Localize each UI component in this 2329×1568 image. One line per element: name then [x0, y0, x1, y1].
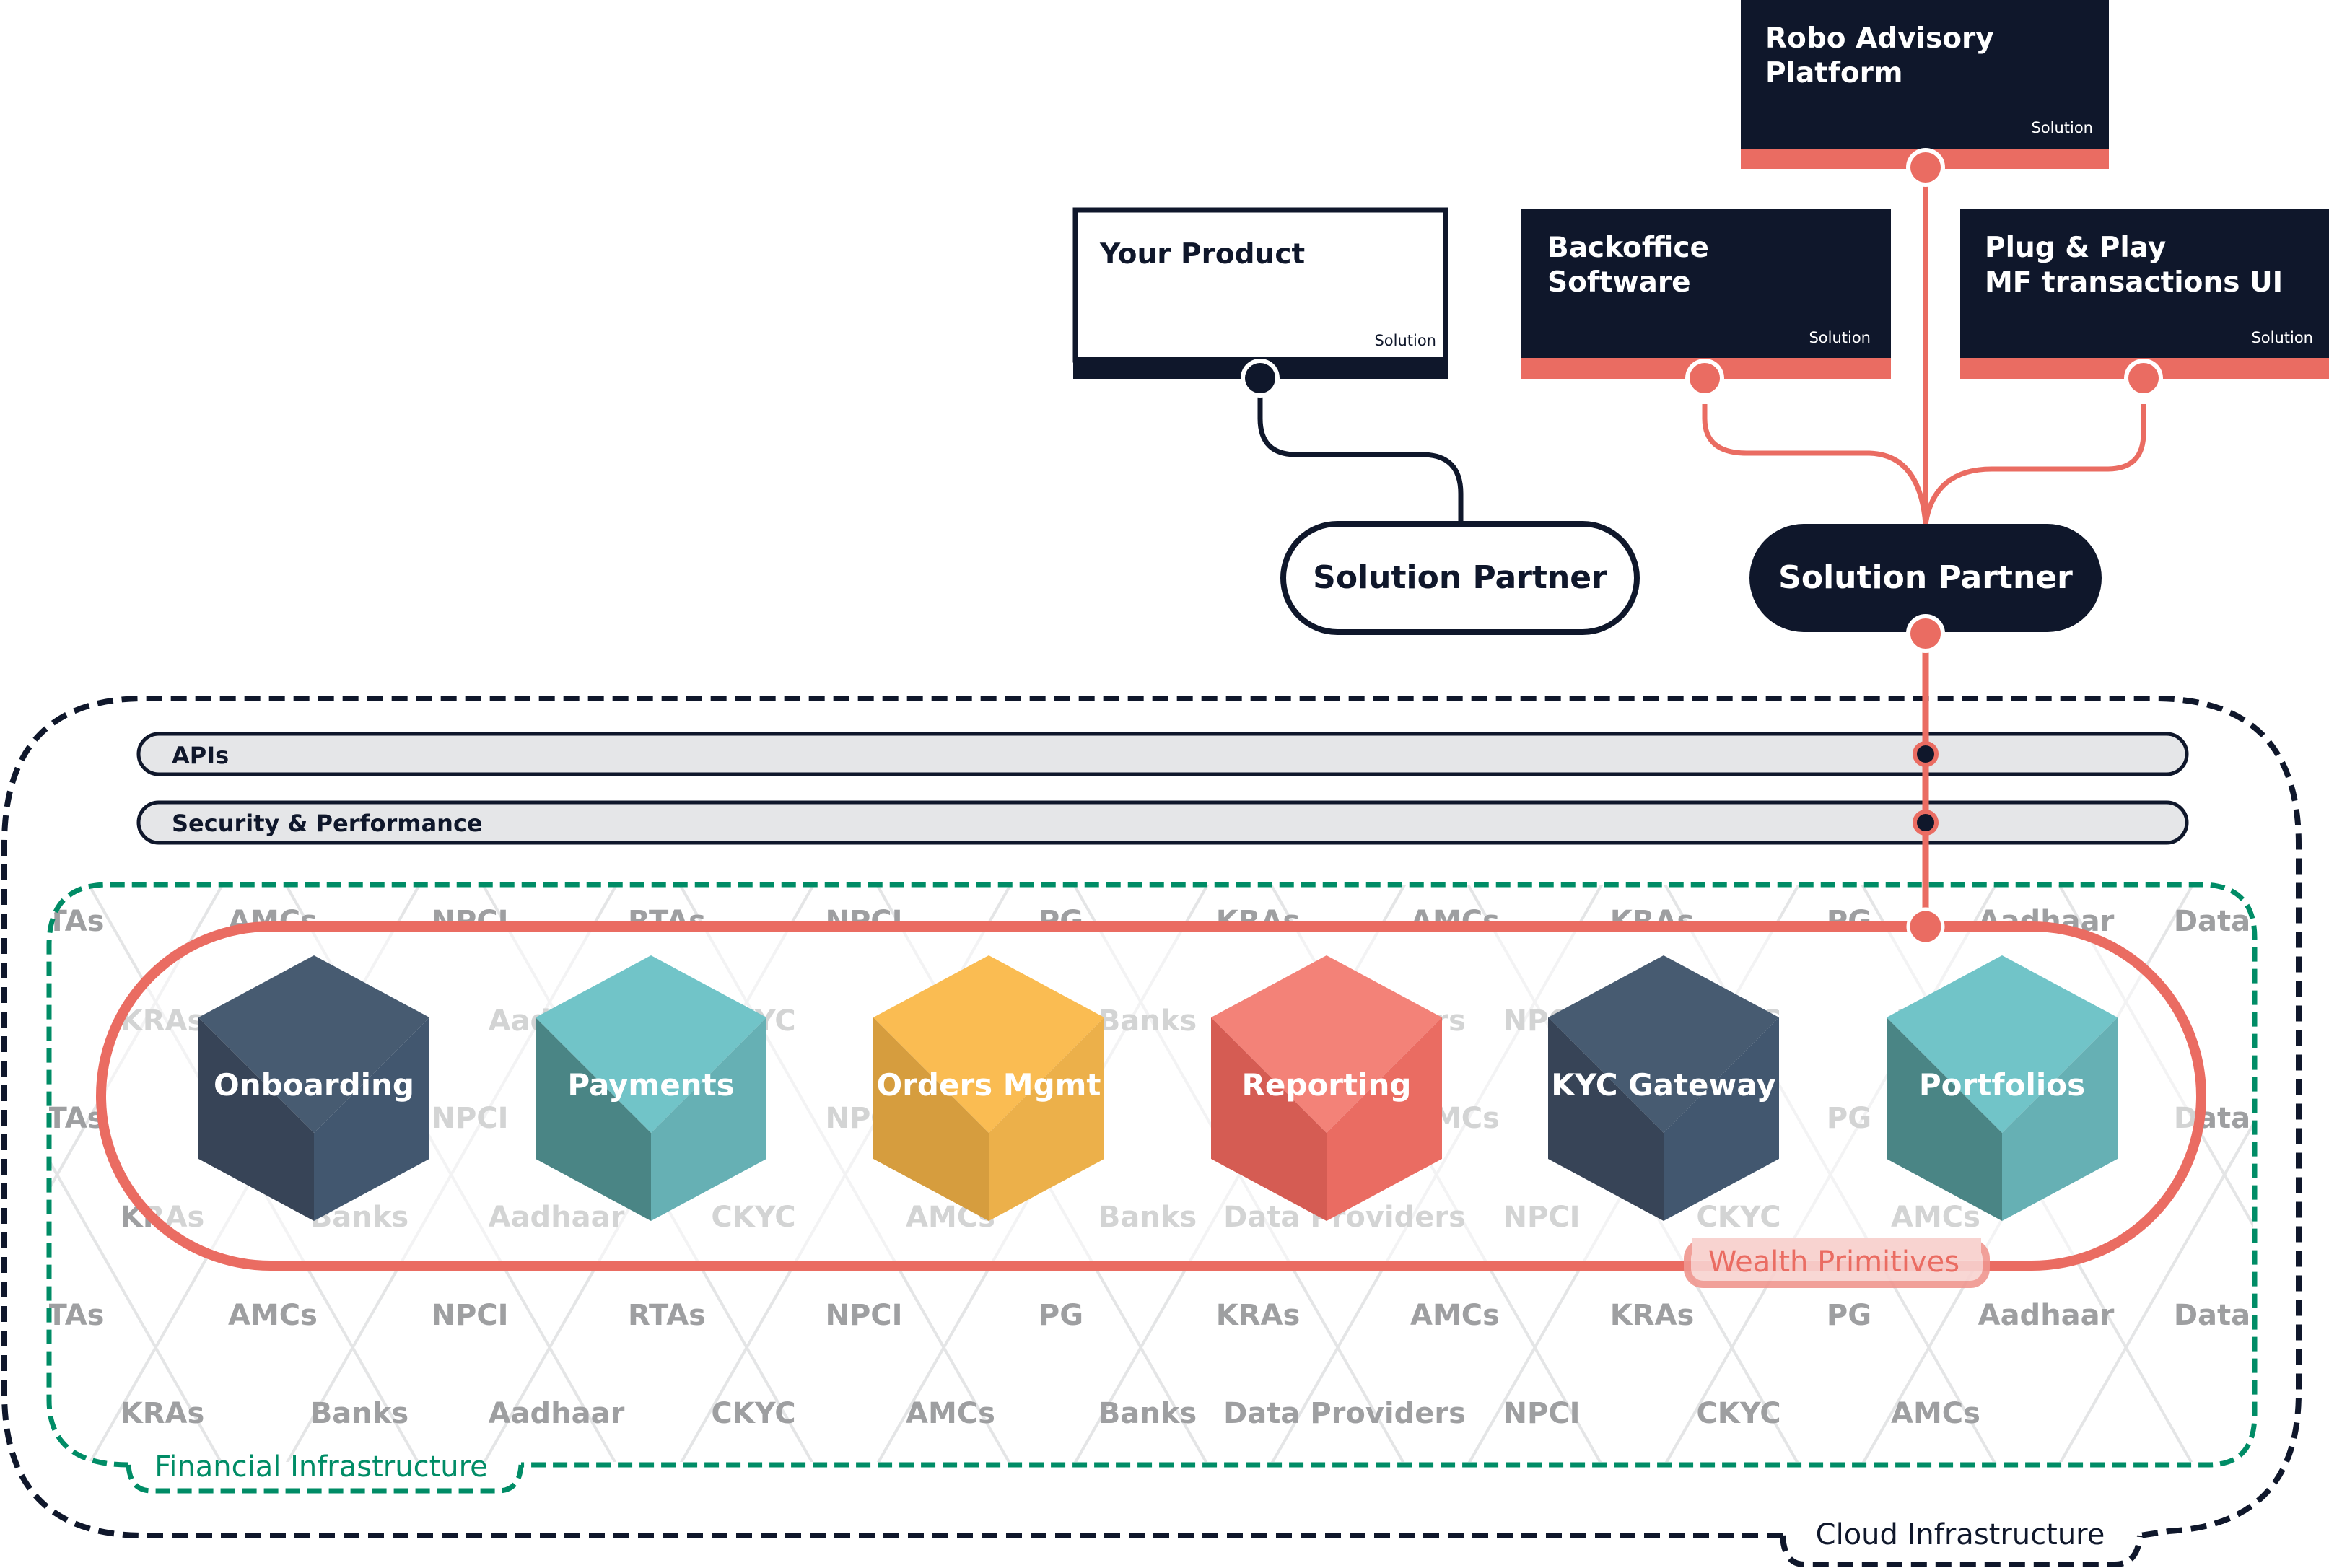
- grid-line: [2256, 885, 2329, 1465]
- layer-label-apis: APIs: [172, 742, 229, 769]
- infrastructure-provider-label: Banks: [1098, 1397, 1197, 1430]
- layer-label-security: Security & Performance: [172, 810, 483, 837]
- infrastructure-provider-label: PG: [1039, 1299, 1083, 1332]
- solution-title: Your Product: [1099, 238, 1305, 271]
- solution-tag: Solution: [2251, 329, 2313, 346]
- infrastructure-provider-label: KRAs: [121, 1397, 205, 1430]
- node-apis: [1913, 741, 1939, 767]
- infrastructure-provider-label: TAs: [48, 1299, 105, 1332]
- solution-connector-dot: [1241, 359, 1280, 398]
- connector-backoffice: [1702, 404, 1928, 525]
- layer-bar-apis[interactable]: [136, 732, 2189, 776]
- solution-your-product[interactable]: Your Product Solution: [1072, 207, 1448, 398]
- infrastructure-provider-label: NPCI: [1503, 1397, 1580, 1430]
- solution-tag: Solution: [2031, 119, 2093, 136]
- cube-label: Payments: [567, 1067, 734, 1103]
- solution-backoffice[interactable]: Backoffice Software Solution: [1521, 209, 1891, 398]
- infrastructure-provider-label: Banks: [310, 1397, 408, 1430]
- cube-label: KYC Gateway: [1551, 1067, 1776, 1103]
- infrastructure-provider-label: Data: [2174, 905, 2250, 938]
- connector-your-product: [1257, 378, 1464, 524]
- infrastructure-provider-label: KRAs: [1610, 1299, 1695, 1332]
- infrastructure-provider-label: CKYC: [1696, 1397, 1780, 1430]
- cube-label: Onboarding: [214, 1067, 414, 1103]
- infrastructure-provider-label: CKYC: [711, 1397, 795, 1430]
- wealth-primitives-label: Wealth Primitives: [1708, 1245, 1959, 1279]
- infrastructure-provider-label: KRAs: [1216, 1299, 1301, 1332]
- solution-connector-dot: [1685, 359, 1724, 398]
- infrastructure-provider-label: TAs: [48, 1102, 105, 1135]
- infrastructure-provider-label: AMCs: [906, 1397, 995, 1430]
- solution-connector-dot: [1906, 148, 1945, 187]
- solution-partner-light[interactable]: Solution Partner: [1280, 521, 1640, 635]
- wealth-primitives-group: Wealth Primitives Onboarding Payments Orde…: [96, 921, 2206, 1288]
- solution-tag: Solution: [1809, 329, 1871, 346]
- infrastructure-provider-label: AMCs: [1891, 1397, 1980, 1430]
- cube-label: Portfolios: [1919, 1067, 2085, 1103]
- infrastructure-provider-label: RTAs: [628, 1299, 706, 1332]
- infrastructure-provider-label: Data: [2174, 1299, 2250, 1332]
- partner-label: Solution Partner: [1313, 559, 1607, 596]
- infrastructure-provider-label: AMCs: [1410, 1299, 1500, 1332]
- partner-label: Solution Partner: [1778, 559, 2073, 596]
- infrastructure-provider-label: NPCI: [431, 1299, 508, 1332]
- infrastructure-provider-label: PG: [1827, 1299, 1871, 1332]
- infrastructure-provider-label: NPCI: [825, 1299, 902, 1332]
- infrastructure-provider-label: AMCs: [228, 1299, 318, 1332]
- node-security: [1913, 810, 1939, 836]
- cube-label: Orders Mgmt: [876, 1067, 1101, 1103]
- layers-group: APIs Security & Performance: [136, 732, 2189, 845]
- partner-connector-dot: [1906, 614, 1945, 653]
- solution-partner-dark[interactable]: Solution Partner: [1749, 524, 2102, 653]
- infrastructure-provider-label: Data Providers: [1223, 1397, 1466, 1430]
- financial-infrastructure-label: Financial Infrastructure: [154, 1450, 488, 1484]
- grid-line: [2256, 885, 2329, 1465]
- solution-robo[interactable]: Robo Advisory Platform Solution: [1741, 0, 2109, 187]
- node-primitives: [1906, 907, 1945, 946]
- infrastructure-provider-label: Aadhaar: [1978, 1299, 2115, 1332]
- solution-connector-dot: [2124, 359, 2163, 398]
- solution-tag: Solution: [1374, 332, 1436, 349]
- cloud-infrastructure-label: Cloud Infrastructure: [1816, 1518, 2105, 1551]
- cube-label: Reporting: [1242, 1067, 1412, 1103]
- infrastructure-provider-label: Aadhaar: [489, 1397, 625, 1430]
- solution-plug-play[interactable]: Plug & Play MF transactions UI Solution: [1960, 209, 2329, 398]
- connector-plug-play: [1923, 404, 2146, 525]
- architecture-diagram: Cloud Infrastructure TAs AMCs NPCI RTAs NPCI…: [1, 0, 2329, 1567]
